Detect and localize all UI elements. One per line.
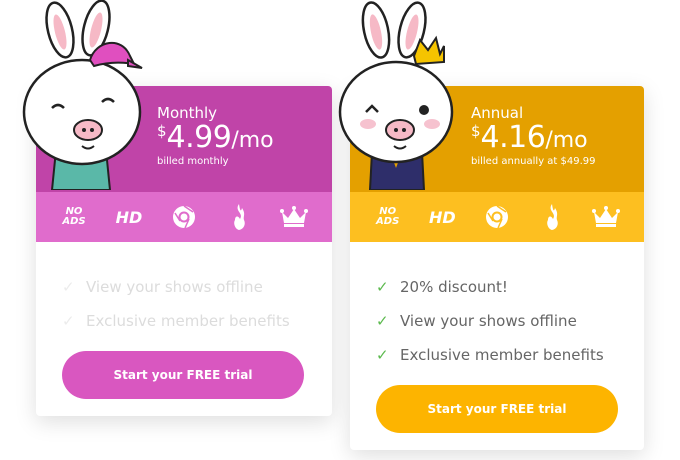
price-currency: $ — [157, 122, 167, 140]
list-item: ✓ 20% discount! — [376, 278, 508, 296]
bunny-mascot-crown-icon — [338, 1, 454, 190]
chrome-icon — [480, 200, 514, 234]
flame-icon — [222, 200, 256, 234]
bunny-mascot-cap-icon — [22, 0, 143, 190]
no-ads-icon: NO ADS — [376, 206, 400, 227]
flame-icon — [535, 200, 569, 234]
billing-note: billed monthly — [157, 156, 229, 167]
list-item: ✓ Exclusive member benefits — [62, 312, 290, 330]
feature-list: ✓ 20% discount! ✓ View your shows offline … — [376, 270, 604, 372]
start-trial-button-monthly[interactable]: Start your FREE trial — [62, 351, 304, 399]
price-period: /mo — [231, 128, 274, 153]
check-icon: ✓ — [62, 312, 75, 330]
perks-strip: NO ADS HD — [36, 192, 332, 242]
hd-icon: HD — [115, 207, 143, 227]
crown-icon — [277, 200, 311, 234]
list-item: ✓ View your shows offline — [376, 312, 577, 330]
crown-icon — [589, 200, 623, 234]
chrome-icon — [167, 200, 201, 234]
check-icon: ✓ — [376, 312, 389, 330]
price-currency: $ — [471, 122, 481, 140]
no-ads-icon: NO ADS — [62, 206, 86, 227]
list-item: ✓ Exclusive member benefits — [376, 346, 604, 364]
check-icon: ✓ — [376, 278, 389, 296]
perks-strip: NO ADS HD — [350, 192, 644, 242]
start-trial-button-annual[interactable]: Start your FREE trial — [376, 385, 618, 433]
hd-icon: HD — [428, 207, 456, 227]
billing-note: billed annually at $49.99 — [471, 156, 596, 167]
list-item: ✓ View your shows offline — [62, 278, 263, 296]
price-amount: 4.99 — [166, 120, 232, 155]
check-icon: ✓ — [376, 346, 389, 364]
plan-price: $4.99/mo — [157, 120, 274, 155]
check-icon: ✓ — [62, 278, 75, 296]
price-amount: 4.16 — [480, 120, 546, 155]
price-period: /mo — [545, 128, 588, 153]
feature-list: ✓ View your shows offline ✓ Exclusive memb… — [62, 270, 290, 338]
plan-price: $4.16/mo — [471, 120, 588, 155]
